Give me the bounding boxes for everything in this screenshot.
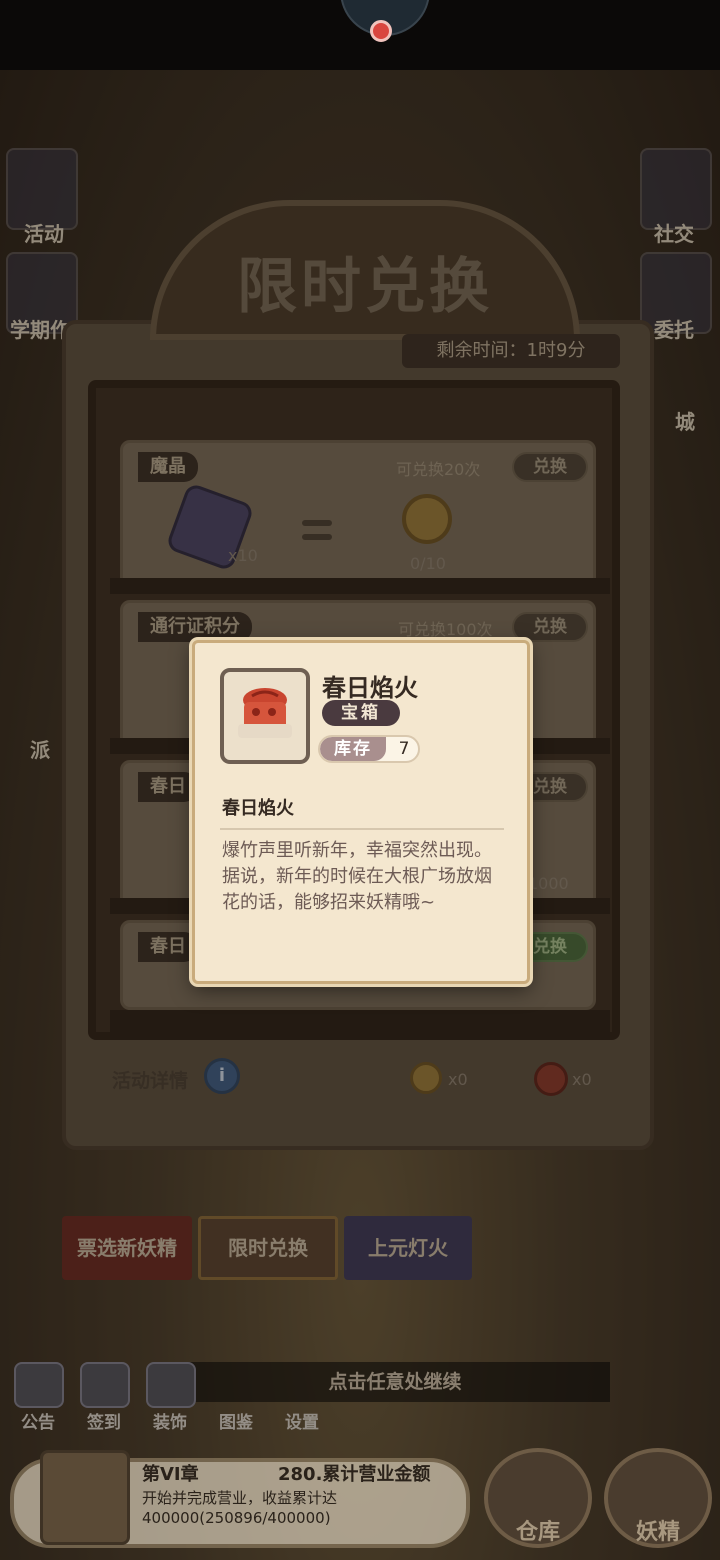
goal-title: 280.累计营业金额 bbox=[278, 1464, 431, 1485]
nav-label-announcement: 公告 bbox=[21, 1413, 55, 1433]
stock-label: 库存 bbox=[320, 737, 386, 761]
record-indicator-icon bbox=[370, 20, 392, 42]
decoration-icon[interactable] bbox=[146, 1362, 196, 1408]
nav-label-collection[interactable]: 图鉴 bbox=[206, 1408, 266, 1433]
announcement-icon[interactable] bbox=[14, 1362, 64, 1408]
tap-to-continue[interactable]: 点击任意处继续 bbox=[180, 1362, 610, 1402]
chapter-label: 第VI章 bbox=[142, 1464, 199, 1485]
item-name: 春日焰火 bbox=[322, 673, 418, 702]
item-description: 爆竹声里听新年，幸福突然出现。据说，新年的时候在大根广场放烟花的话，能够招来妖精… bbox=[222, 840, 492, 913]
firework-chest-icon bbox=[238, 688, 292, 738]
warehouse-label: 仓库 bbox=[515, 1520, 560, 1545]
nav-label-decoration: 装饰 bbox=[153, 1413, 187, 1433]
stock-value: 7 bbox=[398, 739, 410, 759]
item-type-badge: 宝箱 bbox=[322, 700, 400, 726]
checkin-icon[interactable] bbox=[80, 1362, 130, 1408]
nav-label-settings[interactable]: 设置 bbox=[272, 1408, 332, 1433]
stock-badge: 库存 7 bbox=[318, 735, 420, 763]
task-description: 开始并完成营业，收益累计达400000(250896/400000) bbox=[142, 1489, 338, 1527]
nav-label-checkin: 签到 bbox=[87, 1413, 121, 1433]
description-title: 春日焰火 bbox=[222, 798, 294, 819]
book-icon[interactable] bbox=[40, 1450, 130, 1545]
fairy-label: 妖精 bbox=[635, 1520, 680, 1545]
divider bbox=[220, 828, 504, 830]
